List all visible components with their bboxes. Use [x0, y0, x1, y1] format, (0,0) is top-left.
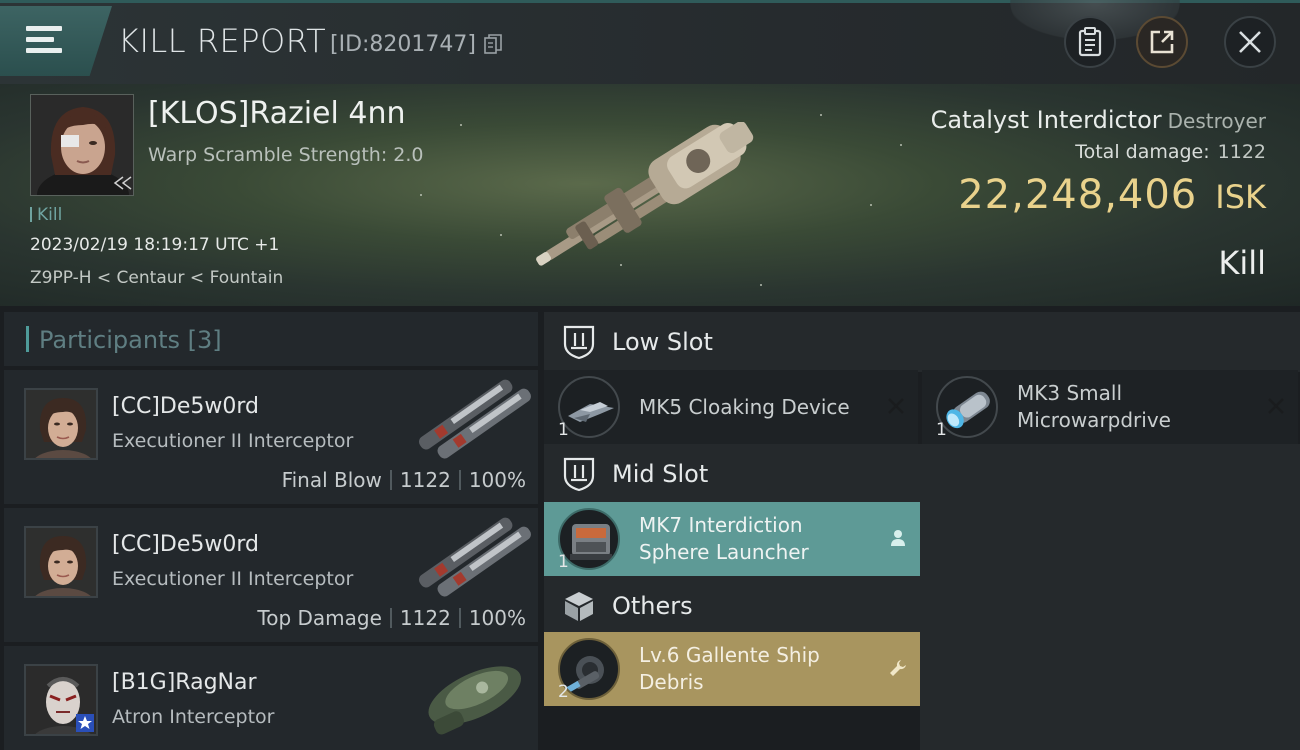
participant-card[interactable]: [CC]De5w0rd Executioner II Interceptor F…: [4, 370, 538, 504]
low-slot-icon: [563, 325, 595, 360]
participant-damage: 1122: [399, 468, 451, 492]
divider: [458, 608, 461, 628]
participant-damage: 1122: [399, 606, 451, 630]
cloaking-device-icon: [568, 402, 614, 422]
others-label: Others: [612, 592, 693, 620]
participant-avatar: [24, 526, 98, 598]
participant-percent: 100%: [468, 468, 526, 492]
module-name-line1: Lv.6 Gallente Ship: [639, 643, 820, 667]
participant-ship-image: [418, 517, 531, 597]
participant-percent: 100%: [468, 606, 526, 630]
menu-button[interactable]: [0, 6, 112, 76]
participant-ship: Executioner II Interceptor: [112, 430, 354, 452]
share-button[interactable]: [1136, 16, 1188, 68]
victim-ship-name[interactable]: Catalyst Interdictor: [931, 106, 1162, 134]
total-damage-label: Total damage:: [1075, 141, 1210, 163]
module-qty: 1: [558, 552, 569, 572]
share-icon: [1150, 30, 1174, 54]
copy-icon[interactable]: [484, 34, 502, 54]
microwarpdrive-icon: [946, 391, 990, 429]
participant-role: Top Damage: [257, 606, 382, 630]
module-qty: 1: [936, 420, 947, 440]
clipboard-button[interactable]: [1064, 16, 1116, 68]
result-label: Kill: [1218, 244, 1266, 282]
module-item[interactable]: 1 MK7 Interdiction Sphere Launcher: [544, 502, 920, 576]
module-name: MK5 Cloaking Device: [639, 395, 850, 419]
participant-role: Final Blow: [281, 468, 382, 492]
victim-portrait[interactable]: [30, 94, 134, 196]
module-item[interactable]: 1 MK3 Small Microwarpdrive: [922, 370, 1298, 444]
victim-ship: Catalyst Interdictor Destroyer: [931, 106, 1266, 134]
participant-ship: Executioner II Interceptor: [112, 568, 354, 590]
module-qty: 1: [558, 420, 569, 440]
module-name-line1: MK3 Small: [1017, 381, 1122, 405]
participant-name[interactable]: [CC]De5w0rd: [112, 532, 259, 557]
close-button[interactable]: [1224, 16, 1276, 68]
participant-stats: Final Blow 1122 100%: [282, 468, 526, 492]
isk-amount: 22,248,406: [958, 172, 1198, 218]
victim-name[interactable]: [KLOS]Raziel 4nn: [148, 96, 405, 131]
module-qty: 2: [558, 682, 569, 702]
destroyed-x-icon: [1268, 398, 1284, 414]
participant-avatar: [24, 388, 98, 460]
participant-avatar: [24, 664, 98, 736]
cube-icon: [565, 592, 593, 621]
low-slot-header: Low Slot: [544, 312, 1300, 372]
low-slot-label: Low Slot: [612, 328, 713, 356]
divider: [389, 470, 392, 490]
module-name-line1: MK7 Interdiction: [639, 513, 803, 537]
participant-card[interactable]: [CC]De5w0rd Executioner II Interceptor T…: [4, 508, 538, 642]
participants-count: [3]: [187, 326, 222, 354]
menu-icon: [26, 26, 62, 59]
top-bar: KILL REPORT [ID:8201747]: [0, 0, 1300, 84]
kill-location[interactable]: Z9PP-H < Centaur < Fountain: [30, 268, 283, 288]
pilot-avatar: [31, 95, 133, 195]
destroyed-x-icon: [888, 398, 904, 414]
module-name-line2: Sphere Launcher: [639, 540, 809, 564]
kill-tag: Kill: [30, 205, 62, 225]
divider: [458, 470, 461, 490]
kill-datetime: 2023/02/19 18:19:17 UTC +1: [30, 235, 280, 255]
participant-ship-image: [428, 666, 522, 735]
close-icon: [1239, 31, 1261, 53]
victim-ship-class: Destroyer: [1167, 109, 1266, 133]
mid-slot-icon: [563, 457, 595, 492]
participants-header: Participants [3]: [4, 312, 538, 366]
participant-stats: Top Damage 1122 100%: [257, 606, 526, 630]
participant-ship-image: [418, 379, 531, 459]
participant-name[interactable]: [B1G]RagNar: [112, 670, 257, 695]
module-name-line2: Debris: [639, 670, 704, 694]
person-icon[interactable]: [888, 528, 908, 548]
star-badge-icon: [76, 714, 94, 732]
victim-subtitle: Warp Scramble Strength: 2.0: [148, 144, 424, 166]
mid-slot-header: Mid Slot: [544, 444, 920, 504]
module-name-line2: Microwarpdrive: [1017, 408, 1171, 432]
module-item[interactable]: 1 MK5 Cloaking Device: [544, 370, 918, 444]
participants-label: Participants: [39, 326, 180, 354]
empty-slot-area: [920, 444, 1300, 750]
isk-unit: ISK: [1215, 178, 1266, 216]
ship-debris-icon: [565, 656, 604, 694]
total-damage: Total damage: 1122: [1075, 141, 1266, 163]
isk-value: 22,248,406 ISK: [958, 172, 1266, 218]
participant-ship: Atron Interceptor: [112, 706, 275, 728]
divider: [389, 608, 392, 628]
others-header: Others: [544, 576, 920, 636]
wrench-icon[interactable]: [888, 658, 908, 678]
clipboard-icon: [1078, 27, 1102, 57]
participant-name[interactable]: [CC]De5w0rd: [112, 394, 259, 419]
total-damage-value: 1122: [1217, 141, 1266, 163]
victim-ship-image: [536, 122, 754, 266]
report-id: [ID:8201747]: [330, 32, 476, 57]
victim-banner: [KLOS]Raziel 4nn Warp Scramble Strength:…: [0, 84, 1300, 306]
module-item[interactable]: 2 Lv.6 Gallente Ship Debris: [544, 632, 920, 706]
interdiction-launcher-icon: [570, 524, 612, 560]
page-title: KILL REPORT: [118, 22, 327, 60]
mid-slot-label: Mid Slot: [612, 460, 709, 488]
participant-card[interactable]: [B1G]RagNar Atron Interceptor: [4, 646, 538, 750]
